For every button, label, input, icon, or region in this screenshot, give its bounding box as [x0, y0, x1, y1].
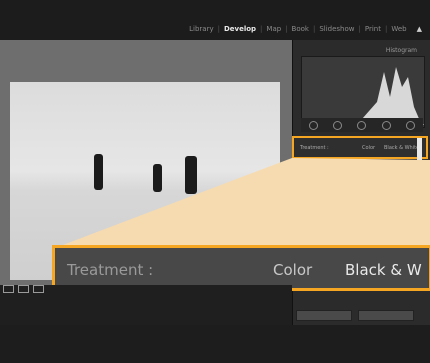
module-library[interactable]: Library	[185, 25, 217, 33]
treatment-bw-small[interactable]: Black & White	[384, 145, 419, 151]
person-figure	[94, 154, 103, 190]
tool-icon[interactable]	[381, 120, 391, 130]
view-icons	[3, 285, 44, 293]
module-web[interactable]: Web	[387, 25, 410, 33]
treatment-label-small: Treatment :	[300, 145, 329, 151]
treatment-row-small: Treatment : Color Black & White	[292, 136, 428, 159]
panel-buttons	[296, 310, 414, 321]
top-bar: Library | Develop | Map | Book | Slideshow | …	[0, 0, 430, 40]
bottom-bar	[0, 325, 430, 363]
treatment-label: Treatment :	[67, 261, 154, 279]
panel-scrollbar[interactable]	[417, 138, 422, 160]
module-picker: Library | Develop | Map | Book | Slideshow | …	[185, 25, 426, 33]
tool-icon[interactable]	[357, 120, 367, 130]
before-after-icon[interactable]	[18, 285, 29, 293]
module-book[interactable]: Book	[288, 25, 313, 33]
treatment-bw-option[interactable]: Black & W	[345, 261, 422, 279]
compare-icon[interactable]	[33, 285, 44, 293]
loupe-view-icon[interactable]	[3, 285, 14, 293]
previous-button[interactable]	[296, 310, 352, 321]
tool-strip	[301, 118, 423, 132]
collapse-arrow-icon[interactable]: ▲	[411, 25, 426, 33]
histogram-shape	[302, 67, 424, 125]
person-figure	[153, 164, 162, 192]
module-print[interactable]: Print	[361, 25, 385, 33]
module-develop[interactable]: Develop	[220, 25, 260, 33]
tool-icon[interactable]	[333, 120, 343, 130]
reset-button[interactable]	[358, 310, 414, 321]
module-map[interactable]: Map	[262, 25, 285, 33]
treatment-color-small[interactable]: Color	[362, 145, 375, 151]
person-figure	[185, 156, 197, 194]
tool-icon[interactable]	[406, 120, 416, 130]
treatment-color-option[interactable]: Color	[273, 261, 312, 279]
histogram-svg	[302, 67, 424, 125]
module-slideshow[interactable]: Slideshow	[315, 25, 358, 33]
tool-icon[interactable]	[308, 120, 318, 130]
histogram-title: Histogram	[385, 47, 417, 54]
